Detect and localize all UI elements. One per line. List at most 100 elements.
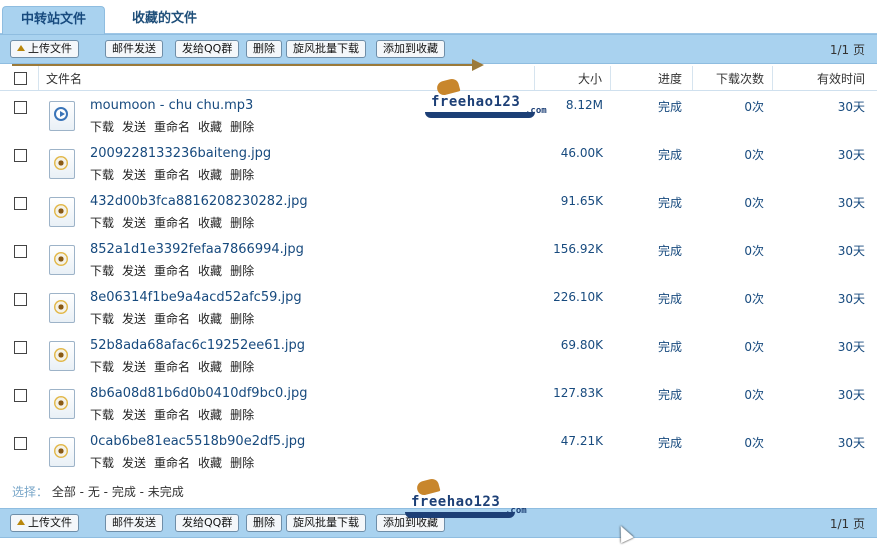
send-link[interactable]: 发送	[122, 264, 146, 278]
select-all-link[interactable]: 全部	[52, 485, 76, 499]
select-undone-link[interactable]: 未完成	[148, 485, 184, 499]
file-name-link[interactable]: 8e06314f1be9a4acd52afc59.jpg	[90, 290, 302, 305]
table-row: 2009228133236baiteng.jpg 下载 发送 重命名 收藏 删除 46.00…	[0, 146, 877, 194]
file-name-link[interactable]: 0cab6be81eac5518b90e2df5.jpg	[90, 434, 305, 449]
row-actions: 下载 发送 重命名 收藏 删除	[90, 214, 262, 231]
header-progress[interactable]: 进度	[658, 70, 682, 87]
valid-time: 30天	[837, 148, 865, 162]
select-separator: -	[99, 485, 112, 499]
email-send-button[interactable]: 邮件发送	[105, 514, 163, 532]
valid-time: 30天	[837, 340, 865, 354]
delete-button[interactable]: 删除	[246, 514, 282, 532]
select-label: 选择：	[12, 485, 49, 499]
upload-button[interactable]: 上传文件	[10, 514, 79, 532]
tab-favorite-files[interactable]: 收藏的文件	[114, 6, 215, 33]
rename-link[interactable]: 重命名	[154, 360, 190, 374]
rename-link[interactable]: 重命名	[154, 264, 190, 278]
row-checkbox[interactable]	[14, 293, 27, 306]
row-checkbox[interactable]	[14, 437, 27, 450]
play-icon	[54, 107, 68, 121]
rename-link[interactable]: 重命名	[154, 456, 190, 470]
delete-link[interactable]: 删除	[230, 456, 254, 470]
file-size: 46.00K	[560, 146, 603, 160]
download-link[interactable]: 下载	[90, 360, 114, 374]
email-send-button[interactable]: 邮件发送	[105, 40, 163, 58]
favorite-link[interactable]: 收藏	[198, 120, 222, 134]
send-qq-group-button[interactable]: 发给QQ群	[175, 40, 240, 58]
add-favorite-button[interactable]: 添加到收藏	[376, 40, 445, 58]
download-link[interactable]: 下载	[90, 216, 114, 230]
delete-link[interactable]: 删除	[230, 216, 254, 230]
send-link[interactable]: 发送	[122, 456, 146, 470]
send-link[interactable]: 发送	[122, 168, 146, 182]
batch-download-button[interactable]: 旋风批量下载	[286, 514, 366, 532]
delete-link[interactable]: 删除	[230, 360, 254, 374]
download-link[interactable]: 下载	[90, 168, 114, 182]
header-filename[interactable]: 文件名	[46, 70, 82, 87]
row-checkbox[interactable]	[14, 389, 27, 402]
upload-button[interactable]: 上传文件	[10, 40, 79, 58]
send-link[interactable]: 发送	[122, 216, 146, 230]
table-row: 432d00b3fca8816208230282.jpg 下载 发送 重命名 收藏 删除 9…	[0, 194, 877, 242]
file-name-link[interactable]: moumoon - chu chu.mp3	[90, 98, 253, 113]
file-size: 91.65K	[560, 194, 603, 208]
file-name-link[interactable]: 8b6a08d81b6d0b0410df9bc0.jpg	[90, 386, 308, 401]
delete-button[interactable]: 删除	[246, 40, 282, 58]
delete-link[interactable]: 删除	[230, 120, 254, 134]
row-checkbox[interactable]	[14, 245, 27, 258]
send-link[interactable]: 发送	[122, 408, 146, 422]
download-link[interactable]: 下载	[90, 264, 114, 278]
file-name-link[interactable]: 52b8ada68afac6c19252ee61.jpg	[90, 338, 305, 353]
file-name-link[interactable]: 432d00b3fca8816208230282.jpg	[90, 194, 308, 209]
favorite-link[interactable]: 收藏	[198, 168, 222, 182]
download-link[interactable]: 下载	[90, 408, 114, 422]
send-link[interactable]: 发送	[122, 120, 146, 134]
file-name-link[interactable]: 2009228133236baiteng.jpg	[90, 146, 271, 161]
download-link[interactable]: 下载	[90, 120, 114, 134]
image-file-icon	[49, 245, 75, 275]
favorite-link[interactable]: 收藏	[198, 408, 222, 422]
valid-time: 30天	[837, 436, 865, 450]
header-downloads[interactable]: 下载次数	[716, 70, 764, 87]
download-count: 0次	[744, 148, 764, 162]
flower-thumbnail-icon	[54, 396, 68, 410]
row-checkbox[interactable]	[14, 197, 27, 210]
batch-download-button[interactable]: 旋风批量下载	[286, 40, 366, 58]
table-row: 0cab6be81eac5518b90e2df5.jpg 下载 发送 重命名 收藏 删除 4…	[0, 434, 877, 482]
table-row: 52b8ada68afac6c19252ee61.jpg 下载 发送 重命名 收藏 删除 6…	[0, 338, 877, 386]
download-link[interactable]: 下载	[90, 312, 114, 326]
select-all-checkbox[interactable]	[14, 72, 27, 85]
select-none-link[interactable]: 无	[88, 485, 100, 499]
delete-link[interactable]: 删除	[230, 168, 254, 182]
select-done-link[interactable]: 完成	[112, 485, 136, 499]
rename-link[interactable]: 重命名	[154, 312, 190, 326]
send-link[interactable]: 发送	[122, 312, 146, 326]
file-name-link[interactable]: 852a1d1e3392fefaa7866994.jpg	[90, 242, 304, 257]
delete-link[interactable]: 删除	[230, 312, 254, 326]
valid-time: 30天	[837, 388, 865, 402]
header-size[interactable]: 大小	[578, 70, 602, 87]
image-file-icon	[49, 341, 75, 371]
favorite-link[interactable]: 收藏	[198, 456, 222, 470]
header-valid-time[interactable]: 有效时间	[817, 70, 865, 87]
delete-link[interactable]: 删除	[230, 264, 254, 278]
row-checkbox[interactable]	[14, 341, 27, 354]
tab-transfer-files[interactable]: 中转站文件	[2, 6, 106, 34]
send-qq-group-button[interactable]: 发给QQ群	[175, 514, 240, 532]
send-link[interactable]: 发送	[122, 360, 146, 374]
rename-link[interactable]: 重命名	[154, 120, 190, 134]
page-info: 1/1 页	[829, 517, 865, 531]
row-checkbox[interactable]	[14, 149, 27, 162]
rename-link[interactable]: 重命名	[154, 408, 190, 422]
favorite-link[interactable]: 收藏	[198, 360, 222, 374]
row-actions: 下载 发送 重命名 收藏 删除	[90, 262, 262, 279]
favorite-link[interactable]: 收藏	[198, 312, 222, 326]
file-size: 69.80K	[560, 338, 603, 352]
row-checkbox[interactable]	[14, 101, 27, 114]
rename-link[interactable]: 重命名	[154, 216, 190, 230]
download-link[interactable]: 下载	[90, 456, 114, 470]
favorite-link[interactable]: 收藏	[198, 216, 222, 230]
favorite-link[interactable]: 收藏	[198, 264, 222, 278]
rename-link[interactable]: 重命名	[154, 168, 190, 182]
delete-link[interactable]: 删除	[230, 408, 254, 422]
